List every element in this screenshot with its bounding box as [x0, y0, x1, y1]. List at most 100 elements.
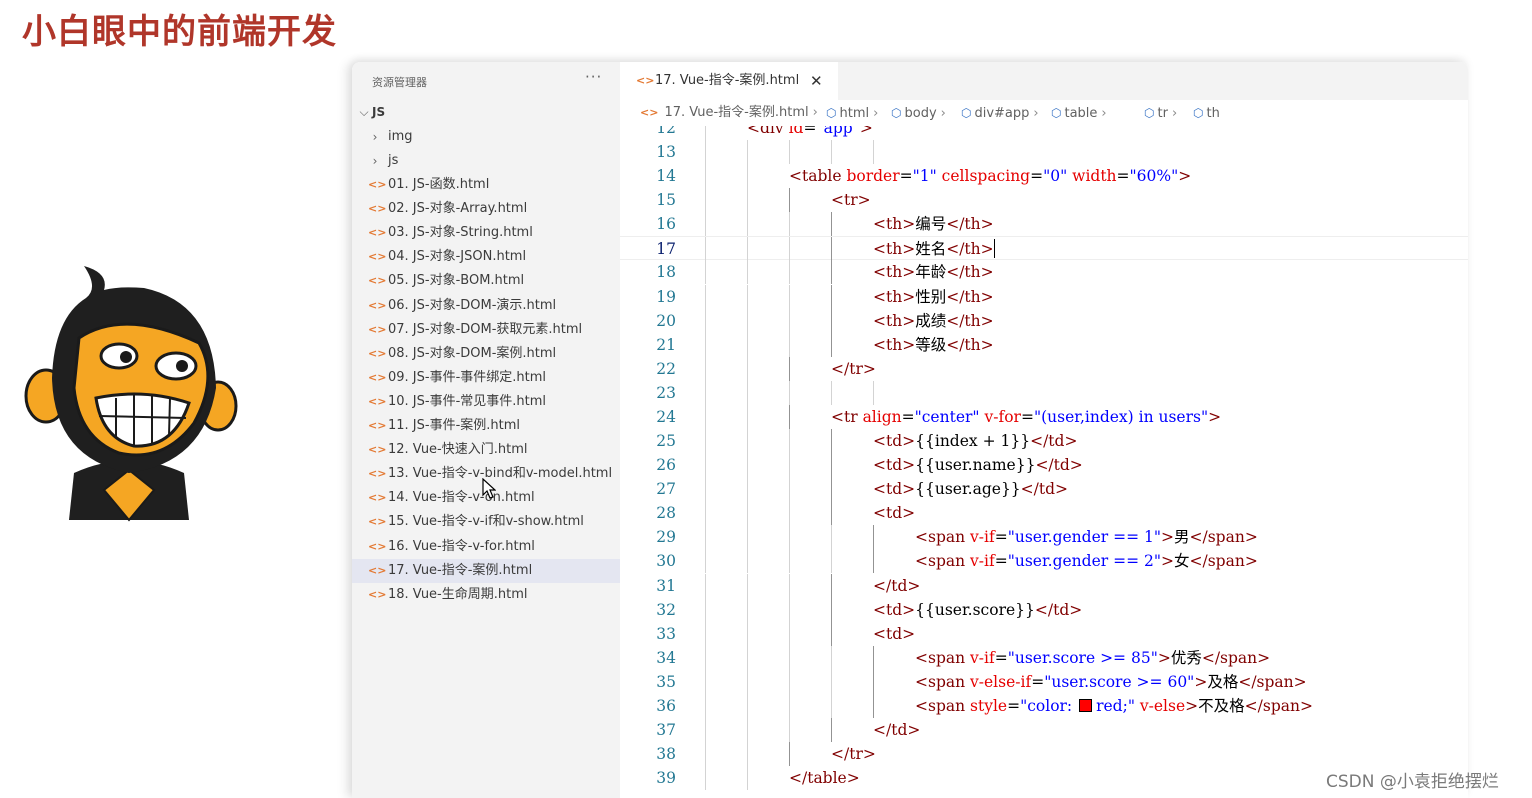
- file-item[interactable]: <> 02. JS-对象-Array.html: [352, 197, 620, 221]
- code-editor[interactable]: 12 <div id="app"> 13 14 <table border="1" ce…: [620, 126, 1468, 798]
- close-tab-icon[interactable]: ✕: [810, 62, 823, 100]
- indent-guide: [831, 308, 832, 333]
- token-val: "color:: [1020, 696, 1078, 715]
- file-item[interactable]: <> 04. JS-对象-JSON.html: [352, 245, 620, 269]
- indent-guide: [705, 212, 706, 237]
- token-tag: <td>: [873, 480, 916, 499]
- indent-guide: [747, 332, 748, 357]
- breadcrumb-item[interactable]: ⬡ body ›: [891, 100, 946, 127]
- token-tag: >: [1185, 696, 1199, 715]
- token-tag: <td>: [873, 624, 916, 643]
- html-file-icon: <>: [368, 178, 387, 191]
- breadcrumb-item[interactable]: ⬡ table ›: [1051, 100, 1107, 127]
- html-file-icon: <>: [368, 298, 387, 312]
- file-item-label: 10. JS-事件-常见事件.html: [388, 393, 547, 409]
- indent-guide: [831, 693, 832, 718]
- indent-guide: [831, 597, 832, 622]
- token-tag: </span>: [1189, 528, 1258, 547]
- indent-guide: [747, 188, 748, 213]
- file-item[interactable]: <> 05. JS-对象-BOM.html: [352, 269, 620, 293]
- file-item-label: 06. JS-对象-DOM-演示.html: [388, 297, 557, 313]
- file-item[interactable]: <> 12. Vue-快速入门.html: [352, 438, 620, 462]
- breadcrumb-item[interactable]: <> 17. Vue-指令-案例.html ›: [640, 100, 818, 126]
- code-text: <td>{{user.age}}</td>: [873, 477, 1068, 501]
- indent-guide: [705, 380, 706, 405]
- code-text: <td>: [873, 501, 915, 525]
- code-line: 21 <th>等级</th>: [620, 332, 1468, 357]
- code-line: 20 <th>成绩</th>: [620, 308, 1468, 333]
- element-cube-icon: ⬡: [1051, 106, 1062, 120]
- code-text: <td>: [873, 622, 915, 646]
- indent-guide: [747, 645, 748, 670]
- file-item[interactable]: <> 09. JS-事件-事件绑定.html: [352, 366, 620, 390]
- line-number: 39: [656, 769, 676, 788]
- file-item[interactable]: <> 01. JS-函数.html: [352, 173, 620, 197]
- file-item[interactable]: <> 10. JS-事件-常见事件.html: [352, 390, 620, 414]
- indent-guide: [747, 284, 748, 309]
- monkey-mascot-image: [24, 266, 238, 522]
- indent-guide: [705, 597, 706, 622]
- breadcrumb-item[interactable]: ⬡ tr ›: [1144, 100, 1177, 127]
- token-tag: >: [1194, 672, 1208, 691]
- explorer-sidebar: 资源管理器 ··· ⌵ JS › img › js <> 01. JS-函数.ht…: [352, 62, 620, 798]
- token-txt: 优秀: [1170, 648, 1202, 667]
- breadcrumb-label: html: [839, 106, 870, 121]
- file-item[interactable]: <> 15. Vue-指令-v-if和v-show.html: [352, 510, 620, 534]
- file-item[interactable]: <> 17. Vue-指令-案例.html: [352, 558, 620, 583]
- token-txt: =: [901, 407, 915, 426]
- tree-folder-label: img: [388, 129, 413, 144]
- code-text: <th>编号</th>: [873, 212, 994, 236]
- file-item[interactable]: <> 11. JS-事件-案例.html: [352, 414, 620, 438]
- indent-guide: [705, 126, 706, 140]
- html-file-icon: <>: [368, 394, 387, 408]
- indent-guide: [705, 645, 706, 670]
- line-number: 25: [656, 432, 676, 451]
- line-number: 23: [656, 383, 676, 402]
- indent-guide: [789, 188, 790, 213]
- indent-guide: [789, 308, 790, 333]
- file-item[interactable]: <> 16. Vue-指令-v-for.html: [352, 535, 620, 559]
- tree-root-js[interactable]: ⌵ JS: [352, 100, 620, 124]
- file-item[interactable]: <> 03. JS-对象-String.html: [352, 221, 620, 245]
- indent-guide: [705, 260, 706, 285]
- file-item[interactable]: <> 18. Vue-生命周期.html: [352, 583, 620, 607]
- indent-guide: [705, 188, 706, 213]
- code-text: <tr>: [831, 188, 871, 212]
- editor-tab-active[interactable]: <> 17. Vue-指令-案例.html ✕: [620, 62, 838, 100]
- color-swatch[interactable]: [1079, 698, 1093, 712]
- html-file-icon: <>: [640, 106, 659, 119]
- tree-folder-js[interactable]: › js: [352, 149, 620, 173]
- line-number: 15: [656, 191, 676, 210]
- breadcrumb-item[interactable]: ⬡ div#app ›: [961, 100, 1039, 127]
- token-txt: {{user.age}}: [915, 480, 1021, 499]
- explorer-title: 资源管理器: [372, 76, 427, 89]
- file-item[interactable]: <> 06. JS-对象-DOM-演示.html: [352, 294, 620, 318]
- indent-guide: [789, 525, 790, 550]
- token-txt: 性别: [915, 287, 947, 306]
- code-line: 24 <tr align="center" v-for="(user,index)…: [620, 404, 1468, 429]
- more-actions-icon[interactable]: ···: [585, 68, 602, 86]
- breadcrumb-label: 17. Vue-指令-案例.html: [664, 105, 809, 120]
- breadcrumb-item[interactable]: ⬡ html ›: [826, 100, 878, 127]
- token-val: "(user,index) in users": [1033, 407, 1209, 426]
- token-val: "app": [816, 126, 860, 137]
- token-attr: width: [1072, 167, 1117, 186]
- file-item-label: 08. JS-对象-DOM-案例.html: [388, 345, 557, 361]
- indent-guide: [831, 140, 832, 165]
- token-tag: <tr: [831, 407, 863, 426]
- indent-guide: [789, 501, 790, 526]
- indent-guide: [789, 140, 790, 165]
- file-item[interactable]: <> 08. JS-对象-DOM-案例.html: [352, 342, 620, 366]
- file-item[interactable]: <> 07. JS-对象-DOM-获取元素.html: [352, 318, 620, 342]
- code-line: 26 <td>{{user.name}}</td>: [620, 453, 1468, 478]
- code-line: 38 </tr>: [620, 742, 1468, 767]
- indent-guide: [831, 573, 832, 598]
- breadcrumb-item[interactable]: ⬡ th: [1193, 100, 1220, 127]
- tree-folder-img[interactable]: › img: [352, 125, 620, 149]
- token-tag: <span: [915, 528, 971, 547]
- indent-guide: [831, 260, 832, 285]
- token-tag: >: [1161, 552, 1174, 571]
- token-tag: <td>: [873, 504, 916, 523]
- indent-guide: [747, 308, 748, 333]
- indent-guide: [747, 693, 748, 718]
